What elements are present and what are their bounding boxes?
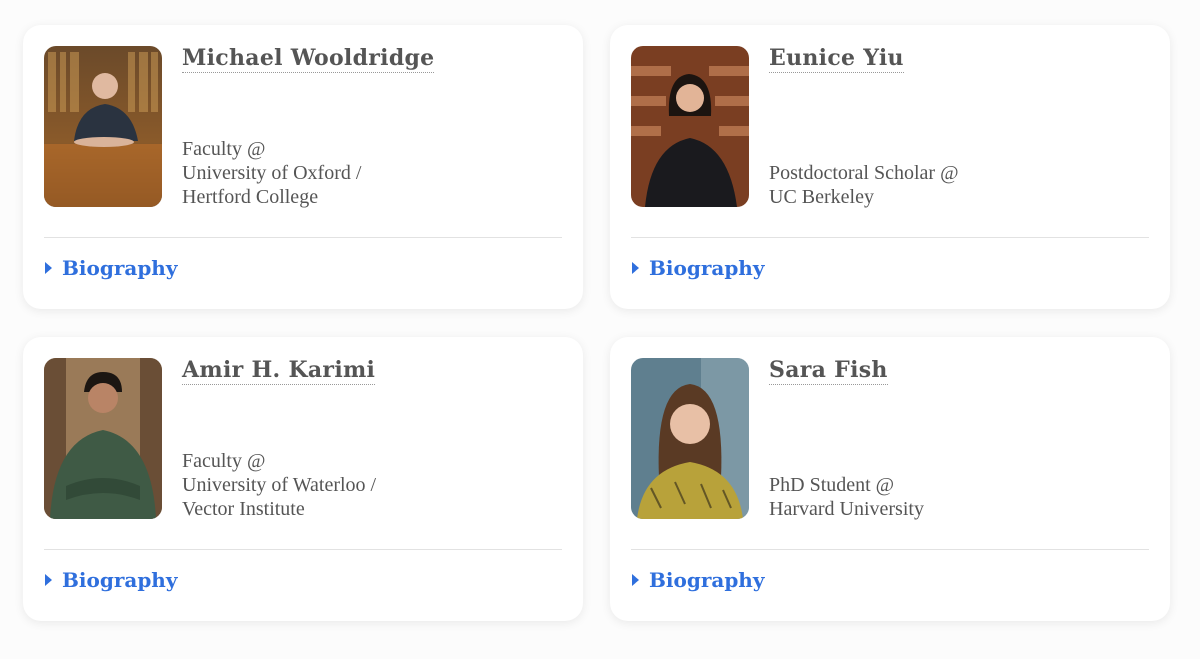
speaker-affiliation: Faculty @ University of Waterloo / Vecto…: [182, 449, 376, 521]
card-divider: [631, 549, 1149, 550]
speaker-photo: [44, 46, 162, 207]
speaker-name[interactable]: Amir H. Karimi: [182, 357, 376, 385]
speaker-grid: Michael Wooldridge Faculty @ University …: [0, 0, 1200, 659]
card-divider: [44, 549, 562, 550]
biography-toggle[interactable]: Biography: [45, 568, 177, 592]
card-divider: [631, 237, 1149, 238]
affiliation-line: Postdoctoral Scholar @: [769, 162, 959, 184]
affiliation-line: Vector Institute: [182, 498, 305, 520]
speaker-affiliation: PhD Student @ Harvard University: [769, 473, 924, 521]
speaker-name[interactable]: Michael Wooldridge: [182, 45, 435, 73]
affiliation-line: PhD Student @: [769, 474, 895, 496]
biography-label: Biography: [62, 568, 178, 592]
caret-right-icon: [45, 574, 52, 586]
caret-right-icon: [45, 262, 52, 274]
speaker-affiliation: Postdoctoral Scholar @ UC Berkeley: [769, 161, 959, 209]
card-divider: [44, 237, 562, 238]
speaker-photo: [631, 46, 749, 207]
biography-label: Biography: [62, 256, 178, 280]
speaker-name[interactable]: Eunice Yiu: [769, 45, 904, 73]
speaker-card: Michael Wooldridge Faculty @ University …: [23, 25, 583, 309]
affiliation-line: Hertford College: [182, 186, 319, 208]
biography-toggle[interactable]: Biography: [45, 256, 177, 280]
caret-right-icon: [632, 574, 639, 586]
affiliation-line: Faculty @: [182, 138, 266, 160]
biography-toggle[interactable]: Biography: [632, 256, 764, 280]
biography-label: Biography: [649, 568, 765, 592]
speaker-name[interactable]: Sara Fish: [769, 357, 888, 385]
speaker-card: Sara Fish PhD Student @ Harvard Universi…: [610, 337, 1170, 621]
speaker-card: Eunice Yiu Postdoctoral Scholar @ UC Ber…: [610, 25, 1170, 309]
affiliation-line: Harvard University: [769, 498, 924, 520]
affiliation-line: UC Berkeley: [769, 186, 874, 208]
speaker-affiliation: Faculty @ University of Oxford / Hertfor…: [182, 137, 361, 209]
speaker-card: Amir H. Karimi Faculty @ University of W…: [23, 337, 583, 621]
affiliation-line: University of Waterloo /: [182, 474, 377, 496]
caret-right-icon: [632, 262, 639, 274]
biography-toggle[interactable]: Biography: [632, 568, 764, 592]
affiliation-line: Faculty @: [182, 450, 266, 472]
speaker-photo: [44, 358, 162, 519]
affiliation-line: University of Oxford /: [182, 162, 362, 184]
speaker-photo: [631, 358, 749, 519]
biography-label: Biography: [649, 256, 765, 280]
